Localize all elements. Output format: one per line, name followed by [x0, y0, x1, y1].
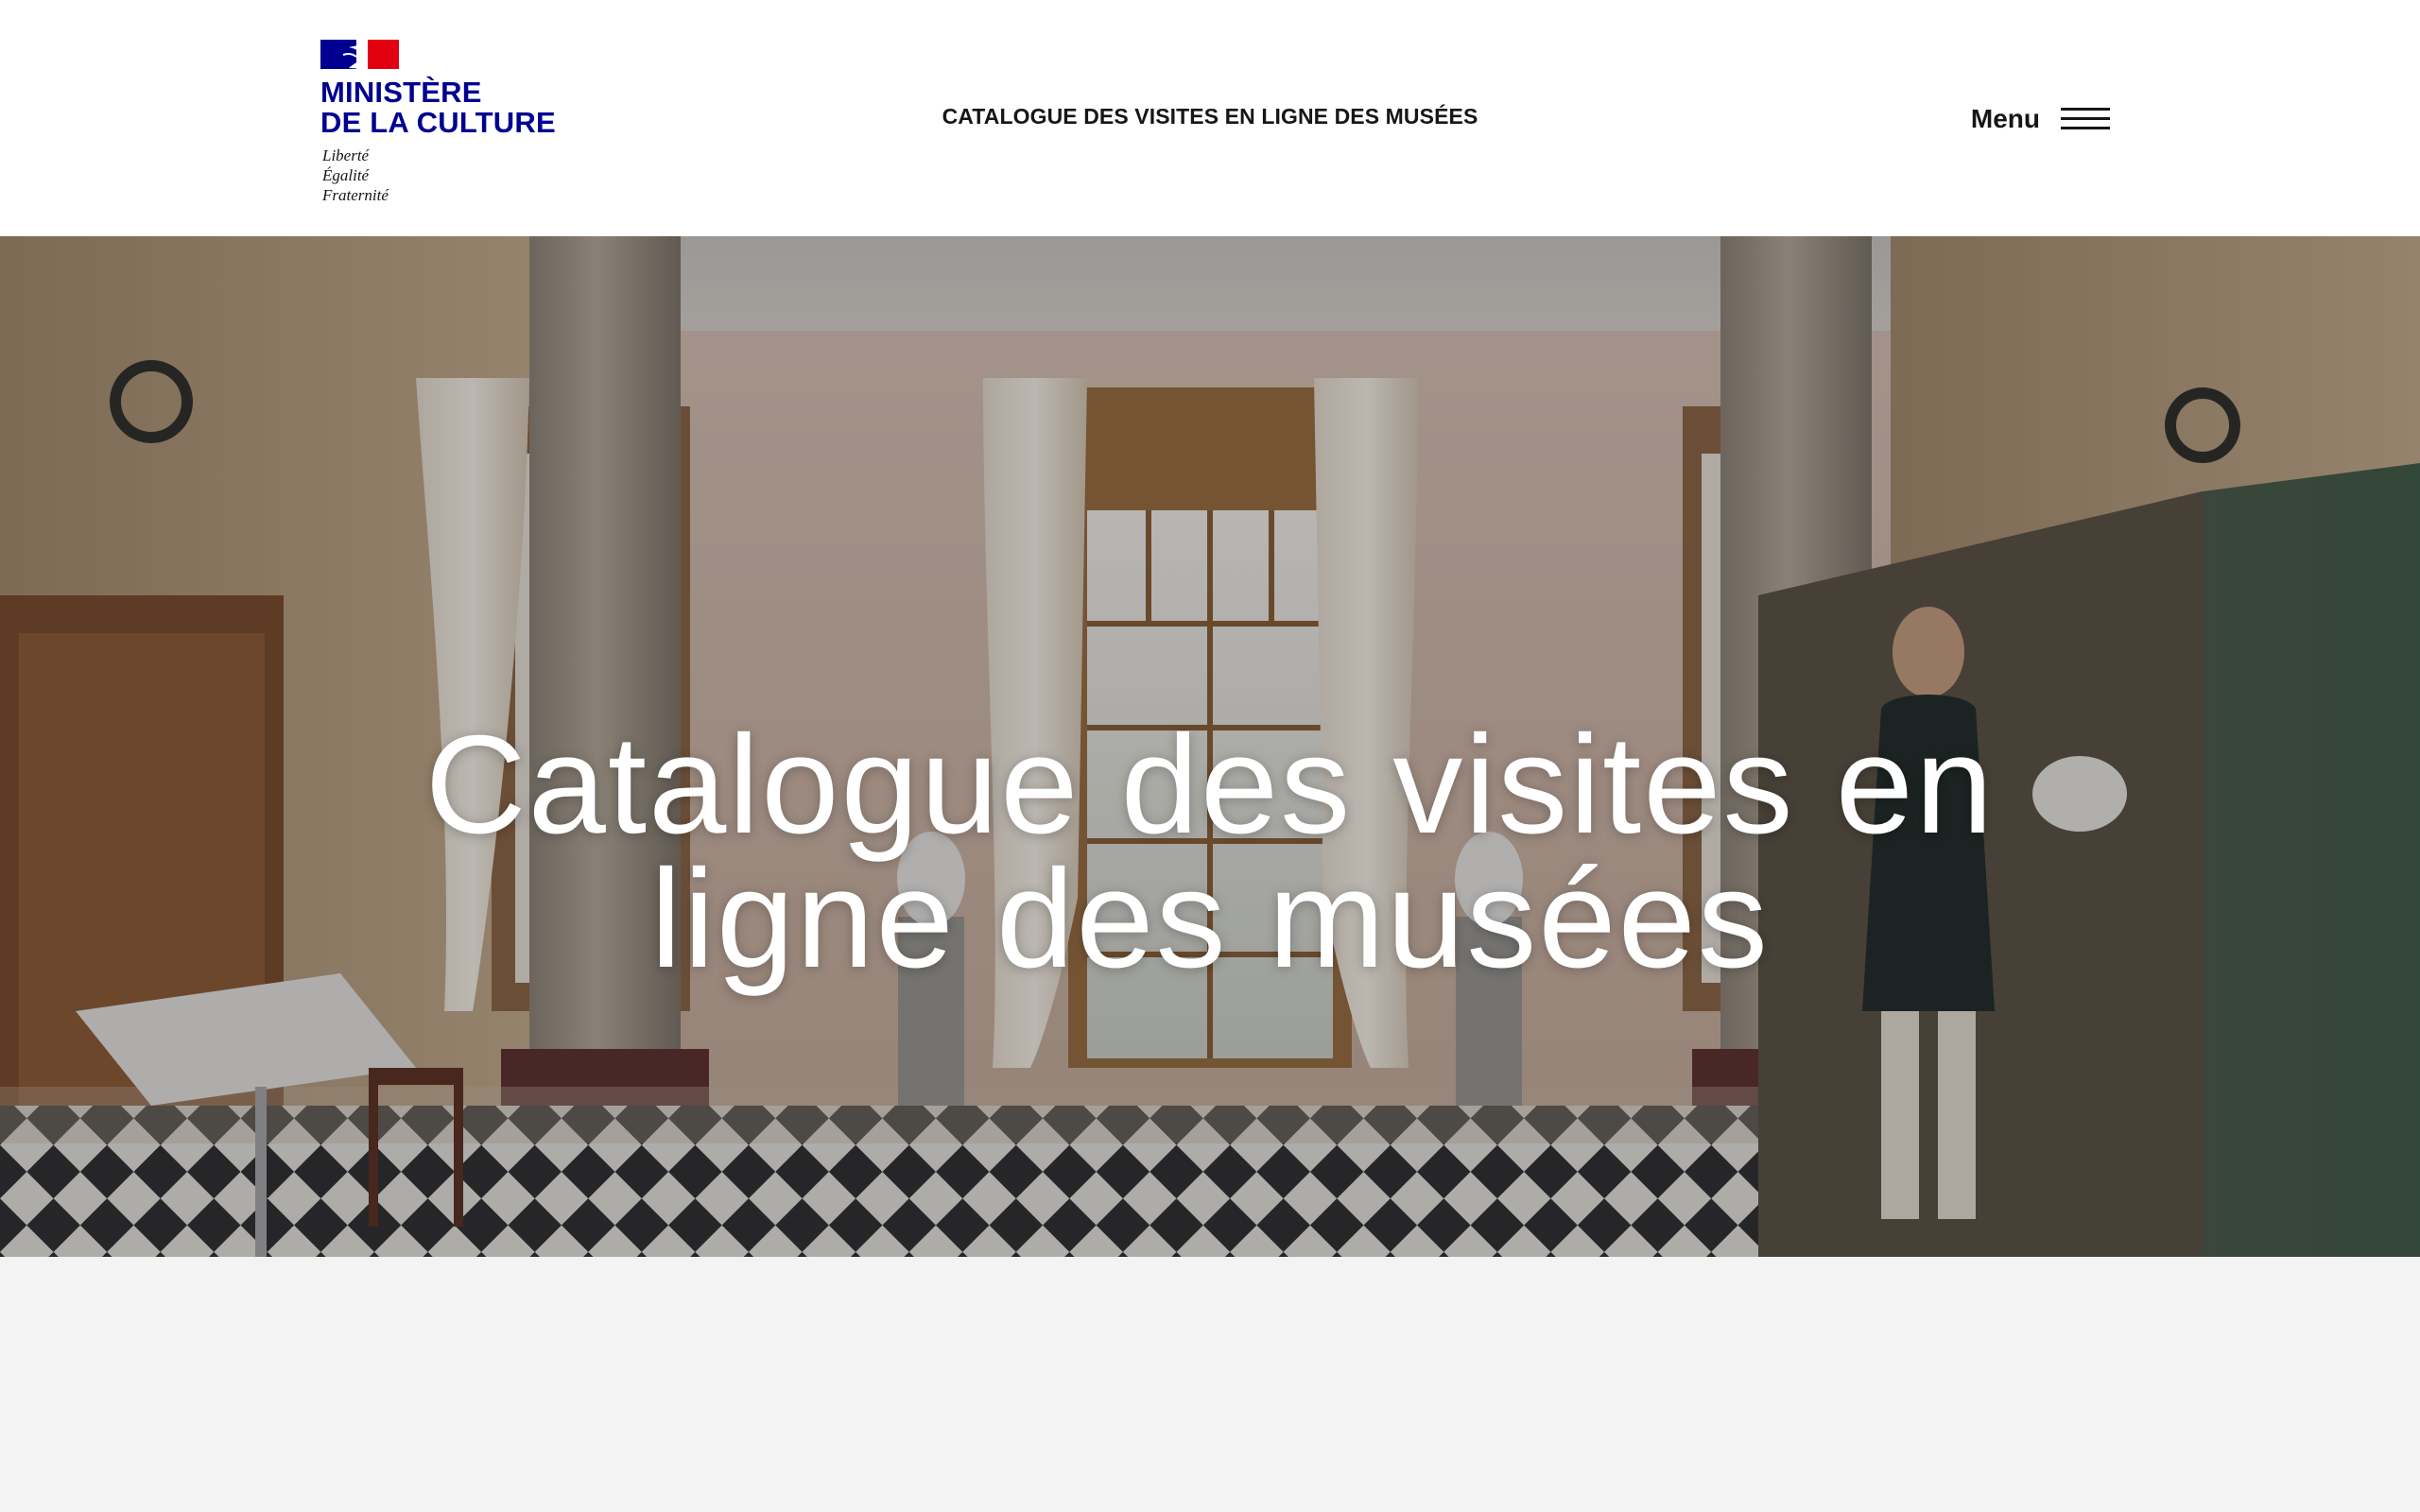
content-area — [0, 1257, 2420, 1512]
site-title-link[interactable]: CATALOGUE DES VISITES EN LIGNE DES MUSÉE… — [908, 104, 1512, 129]
site-header: MINISTÈRE DE LA CULTURE Liberté Égalité … — [0, 0, 2420, 236]
menu-label: Menu — [1970, 104, 2040, 133]
ministry-logo-link[interactable]: MINISTÈRE DE LA CULTURE Liberté Égalité … — [320, 40, 566, 205]
hero-title: Catalogue des visites en ligne des musée… — [424, 707, 1996, 997]
menu-button[interactable]: Menu — [1949, 94, 2110, 144]
hero-banner: Catalogue des visites en ligne des musée… — [0, 236, 2420, 1257]
republic-motto: Liberté Égalité Fraternité — [322, 146, 389, 204]
hamburger-menu-icon — [2061, 105, 2110, 133]
ministry-name: MINISTÈRE DE LA CULTURE — [320, 76, 556, 139]
marianne-flag-icon — [320, 40, 399, 69]
